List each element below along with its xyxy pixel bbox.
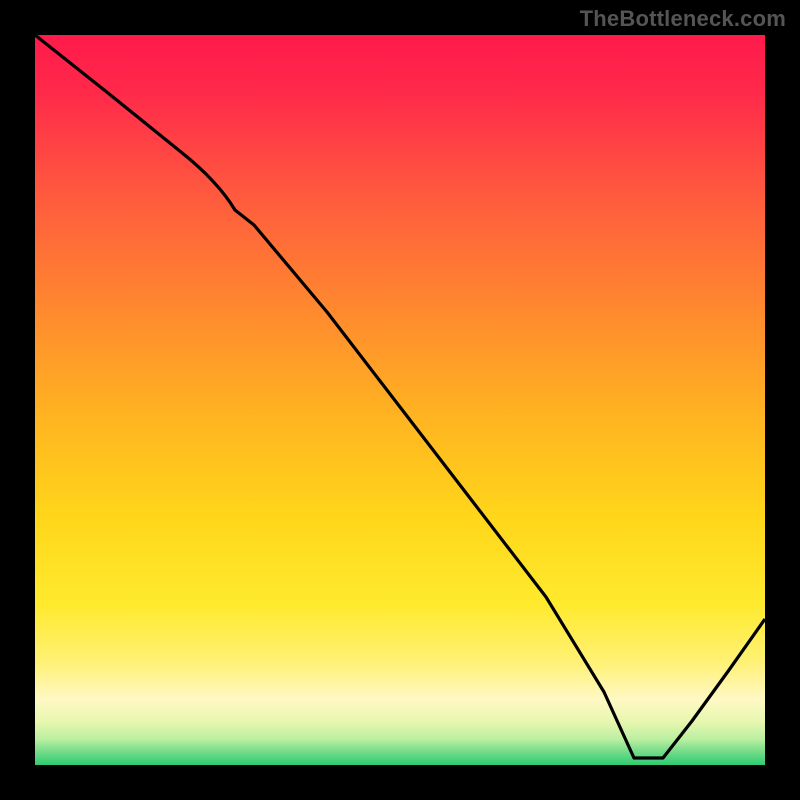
watermark-text: TheBottleneck.com <box>580 6 786 32</box>
gradient-background <box>35 35 765 765</box>
plot-area <box>35 35 765 765</box>
chart-frame: TheBottleneck.com <box>0 0 800 800</box>
chart-svg <box>35 35 765 765</box>
